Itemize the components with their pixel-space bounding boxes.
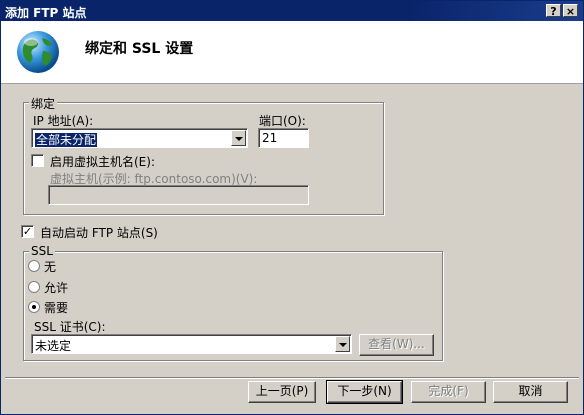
finish-button[interactable]: 完成(F) xyxy=(411,381,486,403)
ip-address-value: 全部未分配 xyxy=(35,133,98,147)
chevron-down-icon[interactable] xyxy=(335,336,350,352)
virtual-host-checkbox[interactable] xyxy=(31,154,44,167)
window-title: 添加 FTP 站点 xyxy=(5,6,87,20)
port-input[interactable]: 21 xyxy=(258,128,309,148)
page-title: 绑定和 SSL 设置 xyxy=(85,41,194,57)
ssl-group-label: SSL xyxy=(29,244,55,258)
add-ftp-site-dialog: 添加 FTP 站点 ? × 绑定和 SSL 设置 绑定 IP 地址(A): 全部… xyxy=(0,0,584,415)
globe-icon xyxy=(17,31,59,73)
binding-group-label: 绑定 xyxy=(29,95,58,112)
port-label: 端口(O): xyxy=(259,114,306,128)
close-button[interactable]: × xyxy=(563,4,578,18)
ip-address-label: IP 地址(A): xyxy=(33,114,94,128)
virtual-host-input[interactable] xyxy=(48,185,309,205)
prev-button[interactable]: 上一页(P) xyxy=(248,381,316,403)
next-button[interactable]: 下一步(N) xyxy=(326,380,403,404)
ssl-cert-value: 未选定 xyxy=(35,339,72,353)
chevron-down-icon[interactable] xyxy=(231,130,246,146)
ssl-allow-label: 允许 xyxy=(44,281,69,295)
cancel-button[interactable]: 取消 xyxy=(493,381,568,403)
help-button[interactable]: ? xyxy=(546,4,561,18)
ssl-cert-dropdown[interactable]: 未选定 xyxy=(31,334,352,354)
virtual-host-checkbox-label: 启用虚拟主机名(E): xyxy=(50,155,155,169)
ip-address-dropdown[interactable]: 全部未分配 xyxy=(31,128,248,148)
view-cert-button[interactable]: 查看(W)... xyxy=(359,334,434,356)
ssl-none-radio[interactable] xyxy=(28,260,40,272)
ssl-none-label: 无 xyxy=(44,260,57,274)
ssl-require-radio[interactable] xyxy=(28,301,40,313)
ssl-cert-label: SSL 证书(C): xyxy=(34,320,106,334)
autostart-checkbox[interactable]: ✓ xyxy=(21,225,34,238)
autostart-label: 自动启动 FTP 站点(S) xyxy=(40,226,158,240)
header-banner: 绑定和 SSL 设置 xyxy=(1,21,583,84)
footer-separator xyxy=(5,377,579,379)
title-bar[interactable]: 添加 FTP 站点 ? × xyxy=(1,1,583,21)
ssl-require-label: 需要 xyxy=(44,301,69,315)
ssl-allow-radio[interactable] xyxy=(28,281,40,293)
